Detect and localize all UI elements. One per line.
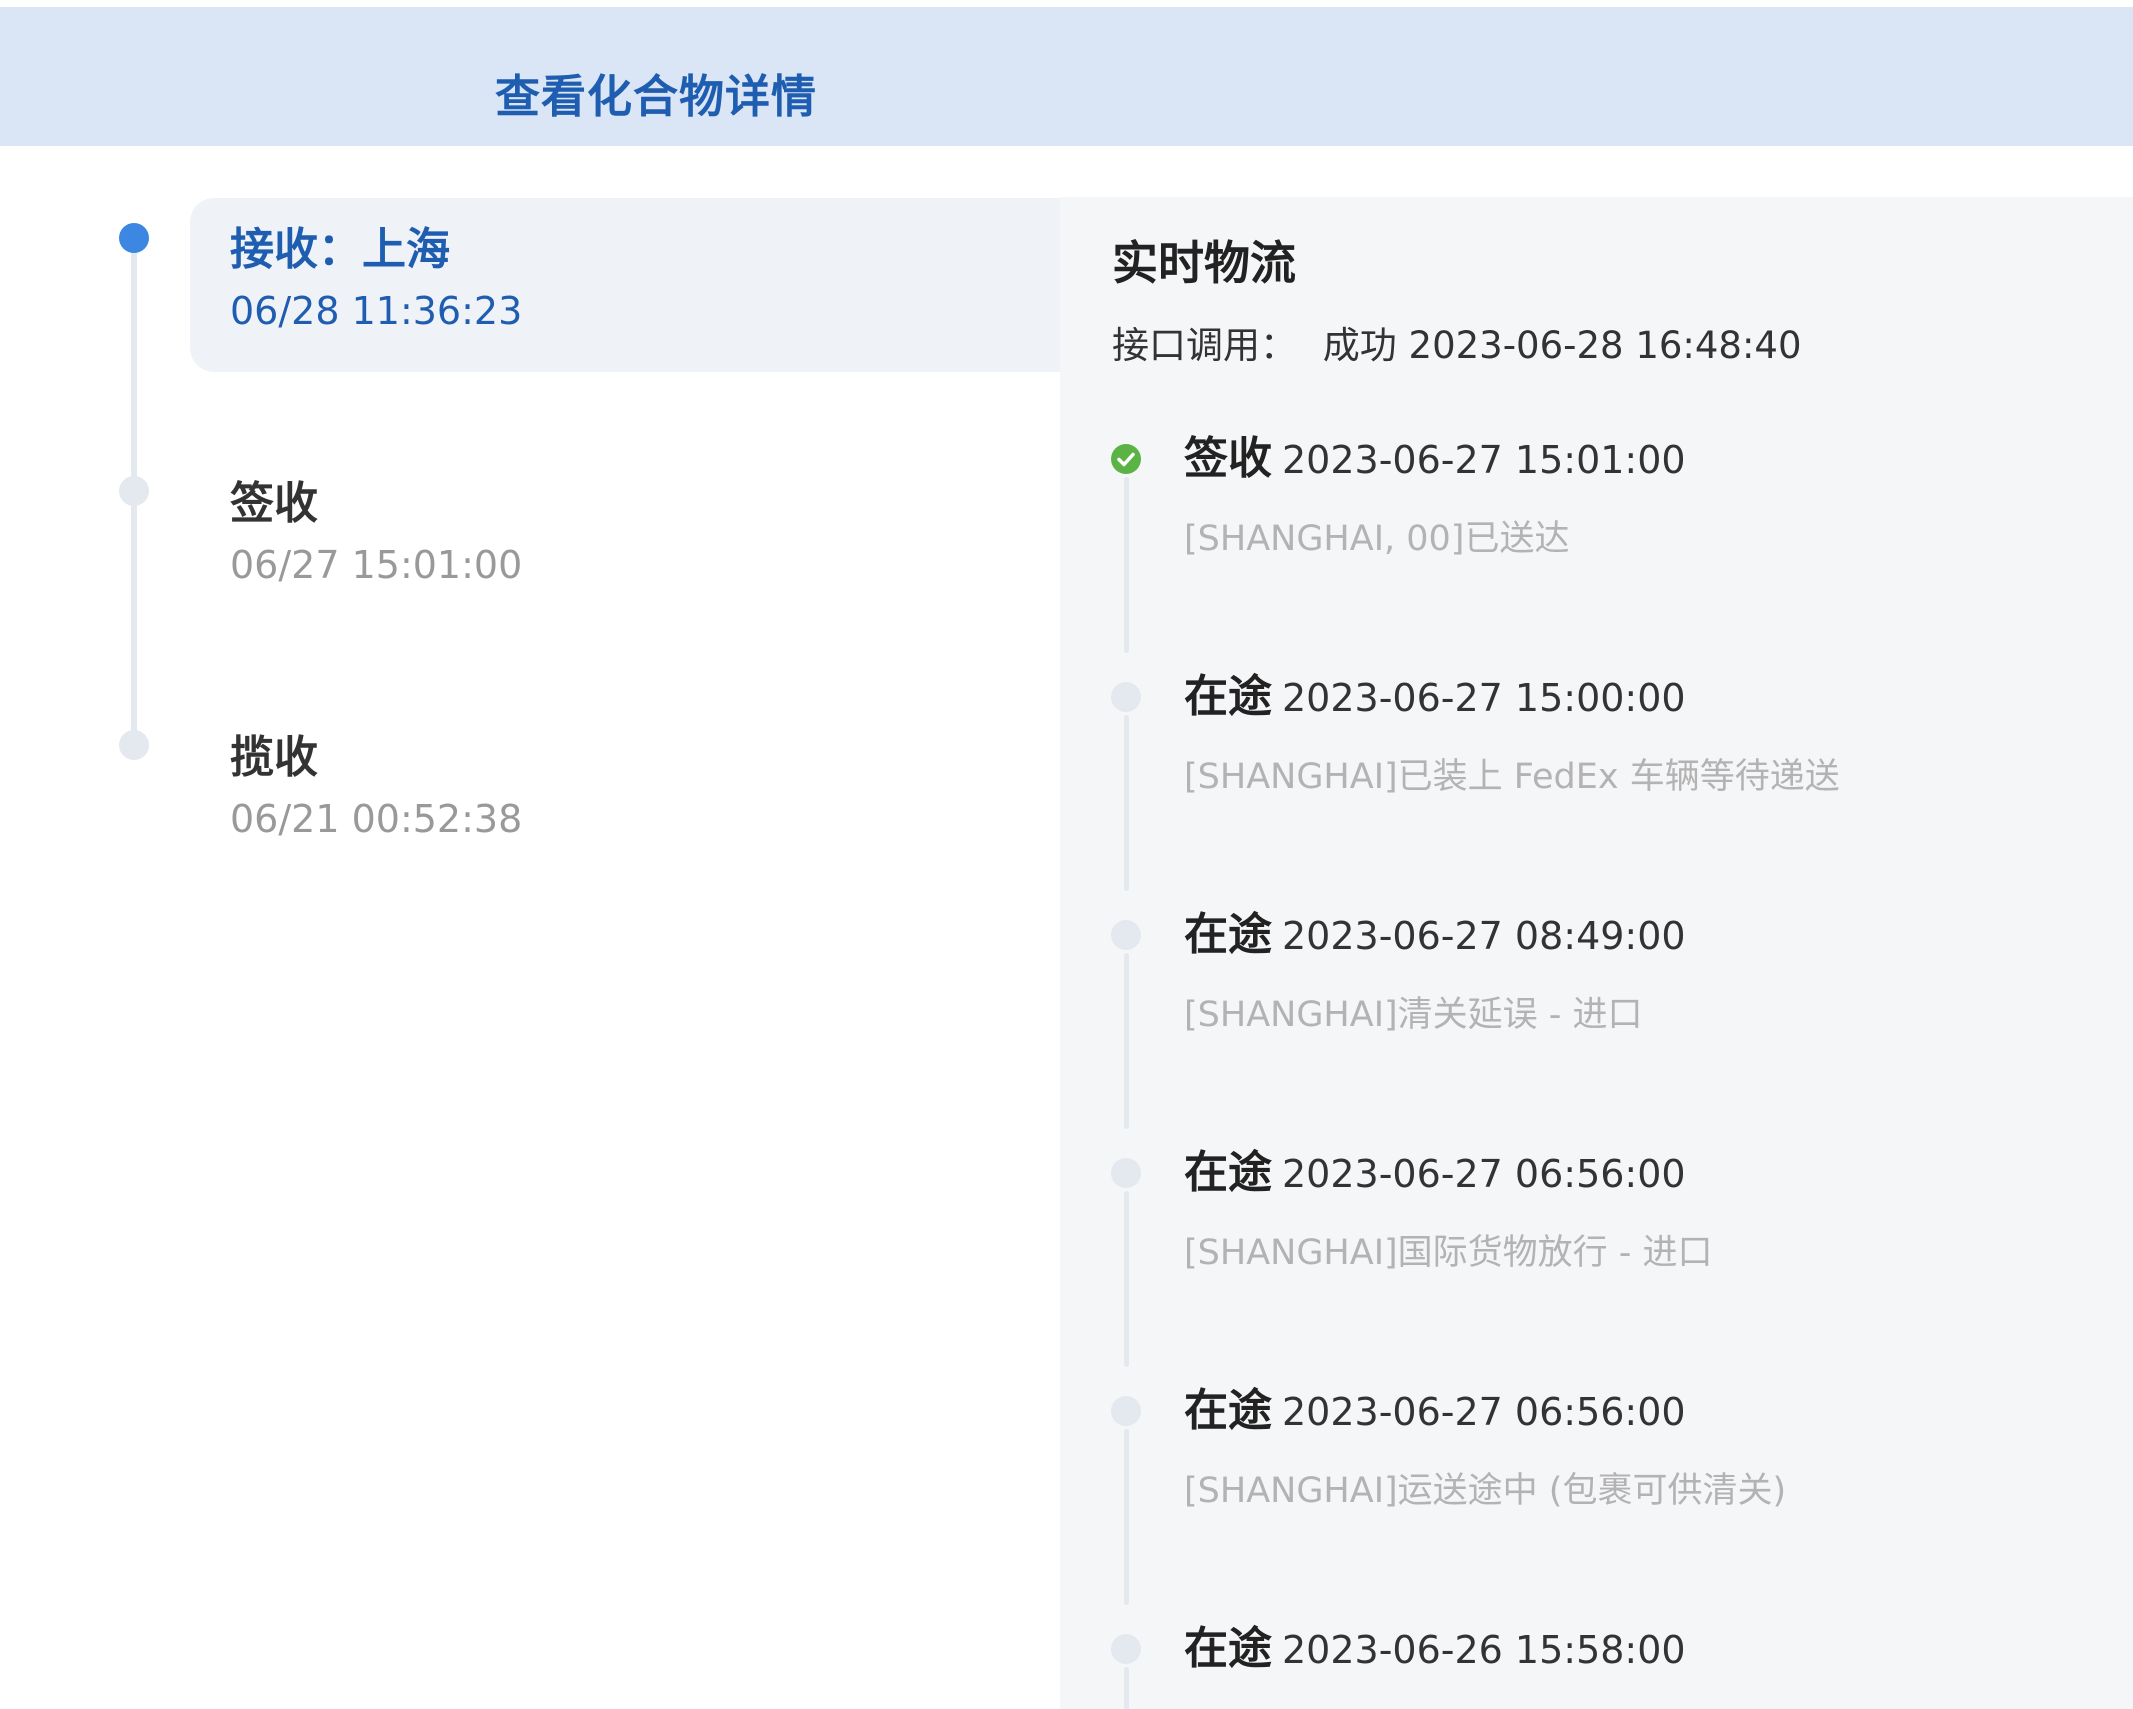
track-event-status: 在途 <box>1184 1623 1272 1674</box>
track-event-time: 2023-06-27 08:49:00 <box>1282 914 1686 958</box>
api-call-status: 接口调用： 成功 2023-06-28 16:48:40 <box>1112 321 1802 371</box>
track-event-time: 2023-06-27 15:01:00 <box>1282 438 1686 482</box>
success-check-icon <box>1111 444 1141 474</box>
track-event-status: 在途 <box>1184 909 1272 960</box>
track-event-desc: [SHANGHAI]已装上 FedEx 车辆等待递送 <box>1184 757 1840 797</box>
api-call-result: 成功 <box>1322 324 1397 367</box>
track-line <box>1124 1667 1129 1709</box>
timeline-dot <box>119 476 149 506</box>
timeline-item-time: 06/28 11:36:23 <box>230 289 523 333</box>
track-event-time: 2023-06-26 15:58:00 <box>1282 1628 1686 1672</box>
header-bar: 查看化合物详情 <box>0 7 2133 146</box>
track-event-status: 在途 <box>1184 671 1272 722</box>
timeline-item-status: 接收：上海 <box>230 224 450 275</box>
track-event-header: 在途 2023-06-27 15:00:00 <box>1184 669 1686 726</box>
timeline-item-time: 06/27 15:01:00 <box>230 543 523 587</box>
track-line <box>1124 953 1129 1129</box>
track-line <box>1124 1191 1129 1367</box>
track-event-header: 在途 2023-06-27 06:56:00 <box>1184 1145 1686 1202</box>
track-event-status: 在途 <box>1184 1385 1272 1436</box>
status-timeline: 接收：上海 06/28 11:36:23 签收 06/27 15:01:00 揽… <box>0 146 1490 1709</box>
timeline-item-status: 签收 <box>230 478 318 529</box>
track-event-desc: [SHANGHAI]国际货物放行 - 进口 <box>1184 1233 1713 1273</box>
track-event-header: 签收 2023-06-27 15:01:00 <box>1184 431 1686 488</box>
api-call-label: 接口调用： <box>1112 324 1297 367</box>
track-event-time: 2023-06-27 06:56:00 <box>1282 1152 1686 1196</box>
track-dot <box>1111 1634 1141 1664</box>
track-event-time: 2023-06-27 15:00:00 <box>1282 676 1686 720</box>
timeline-item-status: 揽收 <box>230 732 318 783</box>
realtime-logistics-panel: 实时物流 接口调用： 成功 2023-06-28 16:48:40 签收 2023… <box>1060 197 2133 1709</box>
track-dot <box>1111 1158 1141 1188</box>
track-event-desc: [SHANGHAI]运送途中 (包裹可供清关) <box>1184 1471 1787 1511</box>
api-call-time: 2023-06-28 16:48:40 <box>1408 324 1802 367</box>
panel-title: 实时物流 <box>1112 236 1296 290</box>
track-event-status: 签收 <box>1184 433 1272 484</box>
view-compound-details-link[interactable]: 查看化合物详情 <box>495 67 817 127</box>
track-dot <box>1111 1396 1141 1426</box>
timeline-item-time: 06/21 00:52:38 <box>230 797 523 841</box>
timeline-dot <box>119 730 149 760</box>
track-line <box>1124 715 1129 891</box>
track-event-header: 在途 2023-06-27 08:49:00 <box>1184 907 1686 964</box>
track-event-header: 在途 2023-06-26 15:58:00 <box>1184 1621 1686 1678</box>
track-line <box>1124 477 1129 653</box>
track-event-desc: [SHANGHAI, 00]已送达 <box>1184 519 1570 559</box>
track-dot <box>1111 682 1141 712</box>
track-dot <box>1111 920 1141 950</box>
track-event-status: 在途 <box>1184 1147 1272 1198</box>
track-event-header: 在途 2023-06-27 06:56:00 <box>1184 1383 1686 1440</box>
logistics-page: 查看化合物详情 接收：上海 06/28 11:36:23 签收 06/27 15… <box>0 0 2133 1709</box>
track-event-desc: [SHANGHAI]清关延误 - 进口 <box>1184 995 1643 1035</box>
timeline-dot-active <box>119 223 149 253</box>
track-event-time: 2023-06-27 06:56:00 <box>1282 1390 1686 1434</box>
track-line <box>1124 1429 1129 1605</box>
